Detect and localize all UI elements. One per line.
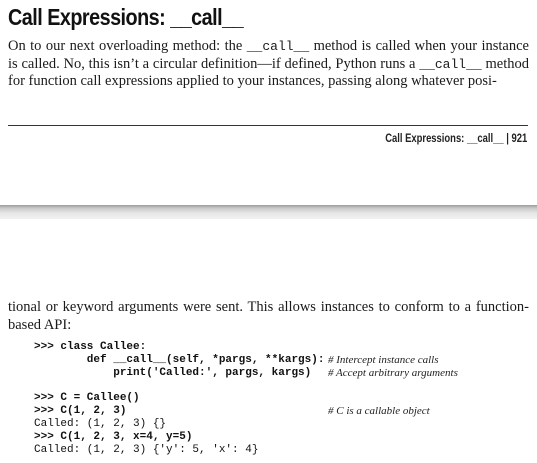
code-text: >>> C(1, 2, 3, x=4, y=5) [34, 431, 193, 443]
footer-rule [8, 125, 528, 126]
page-top: Call Expressions: __call__ On to our nex… [0, 0, 537, 205]
page-bottom: tional or keyword arguments were sent. T… [0, 219, 537, 463]
section-heading: Call Expressions: __call__ [8, 4, 244, 30]
inline-code-call-2: __call__ [419, 56, 482, 72]
code-text: >>> class Callee: [34, 341, 147, 353]
code-line: Called: (1, 2, 3) {'y': 5, 'x': 4} [34, 444, 534, 457]
code-line: print('Called:', pargs, kargs) # Accept a… [34, 367, 534, 380]
code-line: >>> class Callee: [34, 341, 534, 354]
code-line: Called: (1, 2, 3) {} [34, 418, 534, 431]
code-text: Called: (1, 2, 3) {'y': 5, 'x': 4} [34, 444, 259, 456]
code-line: >>> C(1, 2, 3) # C is a callable object [34, 405, 534, 418]
inline-code-call-1: __call__ [246, 39, 310, 54]
code-text: Called: (1, 2, 3) {} [34, 418, 167, 430]
code-text: >>> C(1, 2, 3) [34, 405, 127, 417]
code-comment: # Accept arbitrary arguments [328, 367, 458, 379]
para-text-1: On to our next overloading method: the [8, 38, 247, 54]
continued-paragraph: tional or keyword arguments were sent. T… [8, 299, 529, 333]
code-line: >>> C = Callee() [34, 392, 534, 405]
page-separator [0, 205, 537, 219]
code-line: >>> C(1, 2, 3, x=4, y=5) [34, 431, 534, 444]
code-text: print('Called:', pargs, kargs) [34, 367, 312, 379]
intro-paragraph: On to our next overloading method: the _… [8, 38, 529, 91]
code-comment: # Intercept instance calls [328, 354, 439, 366]
code-text: >>> C = Callee() [34, 392, 140, 404]
code-line: def __call__(self, *pargs, **kargs): # In… [34, 354, 534, 367]
code-comment: # C is a callable object [328, 405, 430, 417]
code-listing: >>> class Callee: def __call__(self, *pa… [34, 341, 534, 457]
page-footer: Call Expressions: __call__ | 921 [384, 133, 527, 145]
code-text: def __call__(self, *pargs, **kargs): [34, 354, 325, 366]
